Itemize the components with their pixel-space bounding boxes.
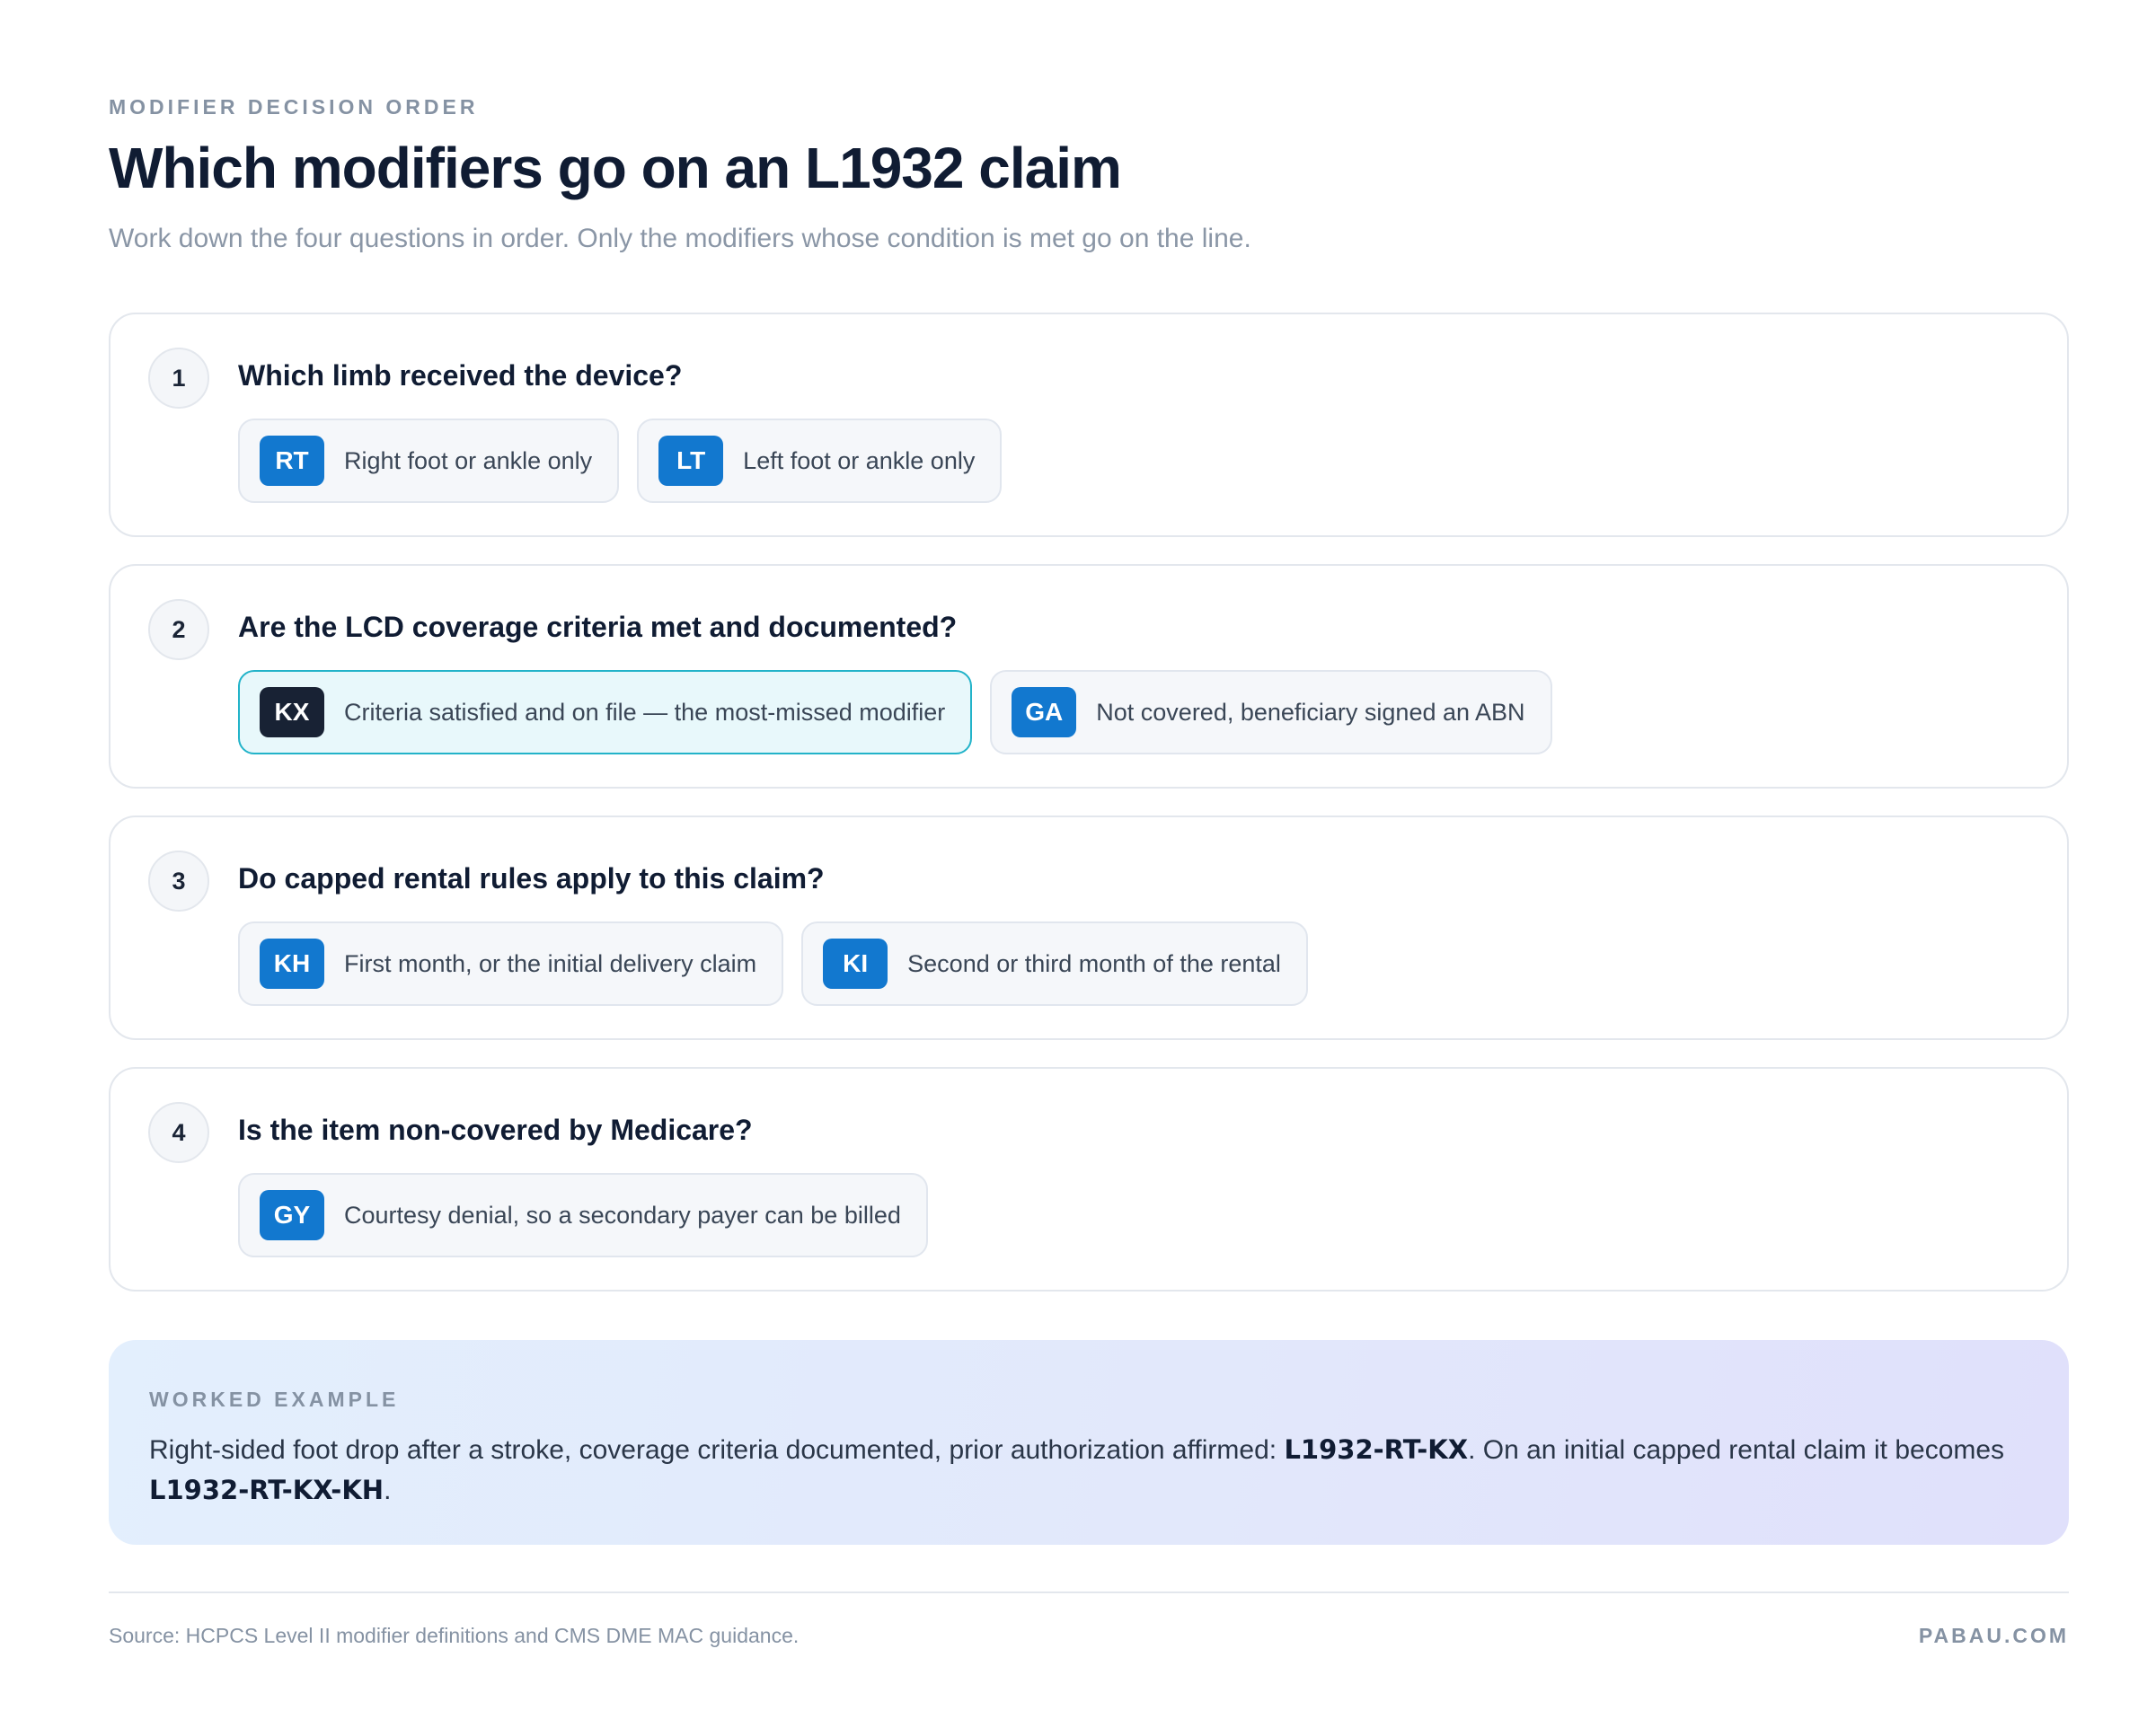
brand-link[interactable]: PABAU.COM xyxy=(1919,1624,2069,1648)
example-text-middle: . On an initial capped rental claim it b… xyxy=(1468,1435,2005,1465)
option-ki: KI Second or third month of the rental xyxy=(801,921,1308,1006)
option-list: KH First month, or the initial delivery … xyxy=(238,921,1308,1006)
option-kx-highlighted: KX Criteria satisfied and on file — the … xyxy=(238,670,973,754)
step-question: Are the LCD coverage criteria met and do… xyxy=(238,611,958,643)
page-subtitle: Work down the four questions in order. O… xyxy=(109,224,1251,253)
modifier-badge: KI xyxy=(823,939,888,989)
step-question: Is the item non-covered by Medicare? xyxy=(238,1114,753,1146)
step-question: Do capped rental rules apply to this cla… xyxy=(238,862,825,895)
step-number: 1 xyxy=(148,348,209,409)
step-card-2: 2 Are the LCD coverage criteria met and … xyxy=(109,564,2069,789)
step-card-4: 4 Is the item non-covered by Medicare? G… xyxy=(109,1067,2069,1292)
eyebrow: MODIFIER DECISION ORDER xyxy=(109,95,479,119)
modifier-badge: KX xyxy=(260,687,324,737)
example-code-primary: L1932-RT-KX xyxy=(1284,1434,1469,1465)
option-description: Right foot or ankle only xyxy=(344,446,593,474)
option-description: Second or third month of the rental xyxy=(907,949,1281,977)
option-list: RT Right foot or ankle only LT Left foot… xyxy=(238,419,1003,503)
page-title: Which modifiers go on an L1932 claim xyxy=(109,136,1122,200)
modifier-badge: GA xyxy=(1012,687,1077,737)
option-lt: LT Left foot or ankle only xyxy=(637,419,1003,503)
option-description: Courtesy denial, so a secondary payer ca… xyxy=(344,1201,901,1229)
modifier-badge: GY xyxy=(260,1190,324,1240)
modifier-badge: KH xyxy=(260,939,324,989)
option-description: First month, or the initial delivery cla… xyxy=(344,949,757,977)
option-kh: KH First month, or the initial delivery … xyxy=(238,921,784,1006)
example-code-rental: L1932-RT-KX-KH xyxy=(149,1475,384,1505)
option-list: KX Criteria satisfied and on file — the … xyxy=(238,670,1552,754)
worked-example-panel: WORKED EXAMPLE Right-sided foot drop aft… xyxy=(109,1340,2069,1545)
step-number: 2 xyxy=(148,599,209,660)
example-text-after: . xyxy=(384,1476,392,1505)
modifier-badge: LT xyxy=(658,436,724,486)
step-card-3: 3 Do capped rental rules apply to this c… xyxy=(109,816,2069,1040)
step-card-1: 1 Which limb received the device? RT Rig… xyxy=(109,313,2069,537)
option-ga: GA Not covered, beneficiary signed an AB… xyxy=(990,670,1552,754)
option-description: Not covered, beneficiary signed an ABN xyxy=(1096,698,1525,726)
option-description: Criteria satisfied and on file — the mos… xyxy=(344,698,946,726)
footer-divider xyxy=(109,1591,2069,1593)
worked-example-label: WORKED EXAMPLE xyxy=(149,1388,400,1411)
option-description: Left foot or ankle only xyxy=(743,446,976,474)
example-text-before: Right-sided foot drop after a stroke, co… xyxy=(149,1435,1285,1465)
modifier-badge: RT xyxy=(260,436,324,486)
option-gy: GY Courtesy denial, so a secondary payer… xyxy=(238,1173,928,1257)
option-list: GY Courtesy denial, so a secondary payer… xyxy=(238,1173,928,1257)
steps-list: 1 Which limb received the device? RT Rig… xyxy=(109,313,2069,1318)
option-rt: RT Right foot or ankle only xyxy=(238,419,620,503)
worked-example-text: Right-sided foot drop after a stroke, co… xyxy=(149,1430,2036,1511)
source-note: Source: HCPCS Level II modifier definiti… xyxy=(109,1624,800,1647)
step-number: 3 xyxy=(148,851,209,912)
step-question: Which limb received the device? xyxy=(238,359,683,392)
step-number: 4 xyxy=(148,1102,209,1163)
